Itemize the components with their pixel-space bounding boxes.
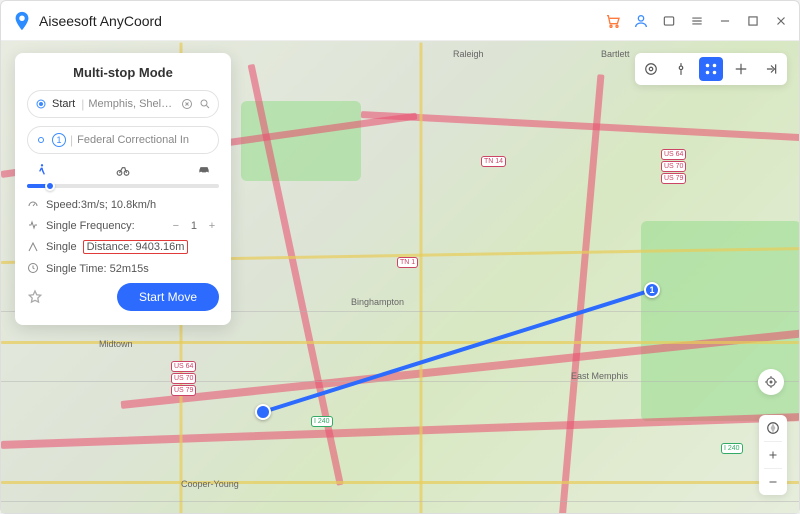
waypoint-1[interactable]: 1	[644, 282, 660, 298]
mode-joystick-icon[interactable]	[729, 57, 753, 81]
shield-us70b: US 70	[661, 161, 686, 172]
titlebar: Aiseesoft AnyCoord	[1, 1, 799, 41]
menu-icon[interactable]	[689, 13, 705, 29]
freq-plus-button[interactable]: +	[205, 220, 219, 232]
distance-row: Single Distance: 9403.16m	[27, 240, 219, 254]
start-input-row[interactable]: Start | Memphis, Shelby Coun	[27, 90, 219, 118]
speedometer-icon	[27, 198, 40, 211]
window-icon[interactable]	[661, 13, 677, 29]
shield-i240b: I 240	[721, 443, 743, 454]
panel-footer: Start Move	[27, 283, 219, 311]
stop-radio-icon	[34, 133, 48, 147]
minimize-icon[interactable]	[717, 13, 733, 29]
mode-multistop-icon[interactable]	[699, 57, 723, 81]
titlebar-actions	[605, 13, 789, 29]
zoom-out-button[interactable]	[759, 469, 787, 495]
shield-i240a: I 240	[311, 416, 333, 427]
freq-minus-button[interactable]: −	[169, 220, 183, 232]
locate-button[interactable]	[758, 369, 784, 395]
frequency-label: Single Frequency:	[46, 220, 135, 232]
mode-toolbar	[635, 53, 787, 85]
distance-icon	[27, 241, 40, 254]
speed-slider[interactable]	[27, 184, 219, 188]
time-text: Single Time: 52m15s	[46, 263, 149, 275]
bike-icon[interactable]	[114, 162, 132, 178]
shield-us70: US 70	[171, 373, 196, 384]
shield-tn1: TN 1	[397, 257, 418, 268]
app-logo-icon	[11, 10, 33, 32]
compass-icon[interactable]	[759, 415, 787, 441]
search-icon[interactable]	[198, 97, 212, 111]
shield-us79b: US 79	[661, 173, 686, 184]
shield-us64b: US 64	[661, 149, 686, 160]
map-label-binghampton: Binghampton	[351, 297, 404, 307]
stop-index: 1	[52, 133, 66, 147]
multistop-panel: Multi-stop Mode Start | Memphis, Shelby …	[15, 53, 231, 325]
map-label-raleigh: Raleigh	[453, 49, 484, 59]
cart-icon[interactable]	[605, 13, 621, 29]
stop1-input-row[interactable]: 1 | Federal Correctional In	[27, 126, 219, 154]
frequency-icon	[27, 219, 40, 232]
waypoint-start[interactable]	[255, 404, 271, 420]
mode-onestop-icon[interactable]	[669, 57, 693, 81]
mode-export-icon[interactable]	[759, 57, 783, 81]
start-radio-icon	[34, 97, 48, 111]
panel-title: Multi-stop Mode	[27, 65, 219, 80]
speed-row: Speed:3m/s; 10.8km/h	[27, 198, 219, 211]
maximize-icon[interactable]	[745, 13, 761, 29]
app-title: Aiseesoft AnyCoord	[39, 13, 162, 29]
walk-icon[interactable]	[33, 162, 51, 178]
shield-us79: US 79	[171, 385, 196, 396]
start-label: Start	[52, 98, 75, 110]
mode-teleport-icon[interactable]	[639, 57, 663, 81]
car-icon[interactable]	[195, 162, 213, 178]
waypoint-1-label: 1	[649, 285, 654, 295]
speed-text: Speed:3m/s; 10.8km/h	[46, 199, 156, 211]
map-label-bartlett: Bartlett	[601, 49, 630, 59]
clock-icon	[27, 262, 40, 275]
distance-label: Single	[46, 241, 77, 253]
shield-us64: US 64	[171, 361, 196, 372]
user-icon[interactable]	[633, 13, 649, 29]
transport-tabs	[27, 162, 219, 178]
freq-value: 1	[191, 220, 197, 232]
time-row: Single Time: 52m15s	[27, 262, 219, 275]
clear-icon[interactable]	[180, 97, 194, 111]
distance-value: Distance: 9403.16m	[83, 240, 189, 254]
shield-tn14: TN 14	[481, 156, 506, 167]
favorite-icon[interactable]	[27, 289, 43, 305]
zoom-control	[759, 415, 787, 495]
frequency-row: Single Frequency: − 1 +	[27, 219, 219, 232]
start-move-button[interactable]: Start Move	[117, 283, 219, 311]
zoom-in-button[interactable]	[759, 442, 787, 468]
start-field[interactable]: Memphis, Shelby Coun	[88, 98, 176, 110]
close-icon[interactable]	[773, 13, 789, 29]
content-area: Raleigh Bartlett Midtown Binghampton Eas…	[1, 41, 799, 513]
map-label-east-memphis: East Memphis	[571, 371, 628, 381]
app-window: Aiseesoft AnyCoord	[0, 0, 800, 514]
stop1-field[interactable]: Federal Correctional In	[77, 134, 212, 146]
